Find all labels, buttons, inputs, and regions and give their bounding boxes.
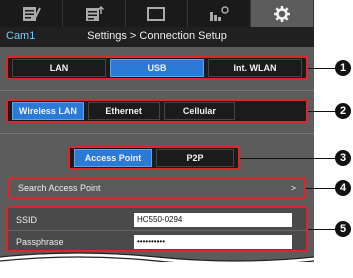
ssid-field[interactable]: HC550-0294: [134, 212, 292, 227]
connection-type-group: Wireless LAN Ethernet Cellular: [6, 99, 308, 123]
tab-lan[interactable]: LAN: [12, 59, 106, 77]
gear-icon: [274, 5, 291, 22]
option-access-point[interactable]: Access Point: [74, 149, 152, 167]
list-export-icon: [85, 5, 104, 21]
camera-settings-tab[interactable]: [188, 0, 252, 27]
option-ethernet[interactable]: Ethernet: [87, 102, 160, 120]
callout-line-5: [308, 229, 337, 230]
divider: [0, 133, 314, 134]
wlan-mode-group: Access Point P2P: [68, 146, 240, 170]
callout-3: 3: [335, 150, 351, 166]
monitor-icon: [147, 6, 166, 21]
list-export-tab[interactable]: [63, 0, 126, 27]
passphrase-row: Passphrase ••••••••••: [8, 231, 306, 252]
callout-1: 1: [335, 60, 351, 76]
torn-edge: [0, 252, 314, 262]
ssid-row: SSID HC550-0294: [8, 209, 306, 231]
option-p2p[interactable]: P2P: [156, 149, 234, 167]
callout-line-1: [308, 68, 337, 69]
search-access-point-label: Search Access Point: [18, 183, 101, 193]
callout-line-3: [240, 158, 337, 159]
callout-4: 4: [335, 180, 351, 196]
option-wireless-lan[interactable]: Wireless LAN: [12, 102, 84, 120]
option-cellular[interactable]: Cellular: [163, 102, 236, 120]
tab-usb[interactable]: USB: [110, 59, 204, 77]
monitor-tab[interactable]: [126, 0, 189, 27]
passphrase-label: Passphrase: [16, 236, 64, 247]
camera-settings-screen: Cam1 Settings > Connection Setup LAN USB…: [0, 0, 314, 262]
search-access-point-row[interactable]: Search Access Point >: [8, 177, 306, 199]
top-toolbar: [0, 0, 314, 27]
list-edit-icon: [22, 6, 41, 21]
title-bar: Cam1 Settings > Connection Setup: [0, 27, 314, 47]
list-edit-tab[interactable]: [0, 0, 63, 27]
divider: [0, 90, 314, 91]
page-title: Settings > Connection Setup: [87, 30, 227, 42]
settings-tab[interactable]: [251, 0, 314, 27]
ssid-label: SSID: [16, 214, 38, 225]
callout-2: 2: [335, 103, 351, 119]
passphrase-field[interactable]: ••••••••••: [134, 234, 292, 249]
interface-tab-group: LAN USB Int. WLAN: [6, 56, 308, 80]
camera-settings-icon: [210, 5, 230, 21]
callout-line-2: [308, 111, 337, 112]
credentials-form: SSID HC550-0294 Passphrase ••••••••••: [6, 206, 308, 252]
callout-5: 5: [335, 221, 351, 237]
callout-line-4: [306, 188, 337, 189]
chevron-right-icon: >: [290, 183, 296, 193]
tab-int-wlan[interactable]: Int. WLAN: [208, 59, 302, 77]
